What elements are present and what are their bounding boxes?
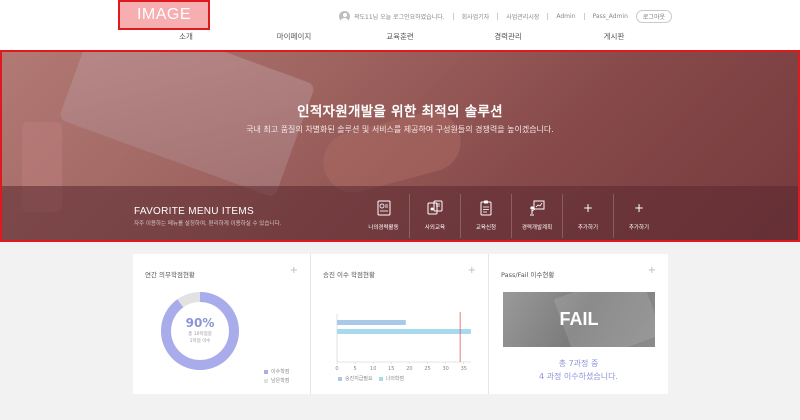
legend-item: 승진지급필요 [338, 375, 373, 382]
passfail-widget: Pass/Fail 이수현황 + FAIL 총 7과정 중 4 과정 이수하셨습… [489, 254, 668, 394]
divider [583, 12, 585, 20]
bar-1 [337, 329, 471, 334]
divider [452, 12, 454, 20]
widget-title: Pass/Fail 이수현황 [501, 271, 555, 279]
legend-item: 나의학점 [378, 375, 405, 382]
x-tick-label: 30 [442, 366, 448, 372]
user-greeting: 곽도11님 오늘 로그인요하였습니다. [354, 13, 445, 21]
logo[interactable]: IMAGE [118, 0, 210, 30]
legend-swatch [264, 378, 268, 383]
x-tick-label: 0 [335, 366, 338, 372]
plus-icon: + [582, 201, 594, 215]
annual-credit-widget: 연간 의무학점현황 + 90% 총 10학점중 1학점 이수 이수학점 남은학점 [133, 254, 311, 394]
favorite-title: FAVORITE MENU ITEMS [134, 206, 254, 217]
fail-status-text: FAIL [559, 309, 599, 329]
external-education-icon [425, 198, 445, 218]
presentation-icon [527, 198, 547, 218]
user-icon [339, 10, 350, 22]
promotion-credit-widget: 승진 이수 학점현황 + 0 5 10 15 20 25 30 35 승진지급필요 나의학점 [311, 254, 489, 394]
util-link-1[interactable]: 사업관리시장 [506, 12, 539, 21]
util-link-3[interactable]: Pass_Admin [593, 13, 628, 20]
favorite-items: 나의경력활동 사외교육 교육신청 경력개발계획 + 추가하기 + 추가하기 [358, 194, 664, 238]
bar-0 [337, 320, 406, 325]
donut-percent: 90% [185, 316, 215, 330]
annual-legend: 이수학점 남은학점 [264, 368, 289, 386]
divider [497, 12, 499, 20]
promotion-legend: 승진지급필요 나의학점 [338, 375, 404, 382]
x-tick-label: 25 [424, 366, 430, 372]
util-link-0[interactable]: 회사업기자 [462, 12, 490, 21]
widget-title: 승진 이수 학점현황 [323, 271, 375, 279]
clipboard-icon [476, 198, 496, 218]
hero-title: 인적자원개발을 위한 최적의 솔루션 [297, 104, 503, 120]
more-plus-icon[interactable]: + [648, 266, 656, 276]
legend-label: 승진지급필요 [345, 376, 373, 382]
hero-subtitle: 국내 최고 품질의 차별화된 솔루션 및 서비스를 제공하여 구성원들의 경쟁력… [246, 125, 554, 134]
logo-text: IMAGE [136, 6, 192, 23]
legend-item: 남은학점 [264, 377, 289, 384]
favorite-label: 나의경력활동 [368, 225, 399, 231]
x-tick-label: 35 [461, 366, 467, 372]
resume-icon [374, 198, 394, 218]
hero-banner: 인적자원개발을 위한 최적의 솔루션 국내 최고 품질의 차별화된 솔루션 및 … [0, 50, 800, 242]
x-tick-label: 5 [354, 366, 357, 372]
favorite-label: 사외교육 [424, 225, 446, 231]
favorite-subtitle: 자주 이용하는 메뉴를 설정하여, 편리하게 이용하실 수 있습니다. [134, 221, 282, 227]
legend-label: 남은학점 [271, 378, 290, 384]
logout-button[interactable]: 로그아웃 [635, 9, 672, 23]
favorite-label: 경력개발계획 [521, 225, 553, 231]
favorite-item-education-apply[interactable]: 교육신청 [460, 194, 511, 238]
nav-item-intro[interactable]: 소개 [179, 31, 193, 42]
favorite-item-add-2[interactable]: + 추가하기 [613, 194, 664, 238]
util-link-2[interactable]: Admin [556, 13, 575, 20]
legend-label: 이수학점 [271, 369, 290, 375]
favorite-item-career-activity[interactable]: 나의경력활동 [358, 194, 409, 238]
favorite-item-add-1[interactable]: + 추가하기 [562, 194, 613, 238]
more-plus-icon[interactable]: + [290, 266, 298, 276]
favorite-menu-bar: FAVORITE MENU ITEMS 자주 이용하는 메뉴를 설정하여, 편리… [2, 186, 798, 240]
x-tick-label: 15 [388, 366, 394, 372]
widget-title: 연간 의무학점현황 [145, 271, 195, 279]
legend-swatch [378, 376, 383, 381]
divider [547, 12, 549, 20]
favorite-label: 추가하기 [577, 225, 599, 231]
main-nav: 소개 마이페이지 교육훈련 경력관리 게시판 [0, 31, 800, 47]
nav-item-board[interactable]: 게시판 [604, 31, 625, 42]
plus-icon: + [633, 201, 645, 215]
x-tick-label: 20 [406, 366, 412, 372]
favorite-item-external-education[interactable]: 사외교육 [409, 194, 460, 238]
donut-caption-1: 총 10학점중 [188, 332, 212, 337]
nav-item-mypage[interactable]: 마이페이지 [277, 31, 312, 42]
legend-label: 나의학점 [385, 376, 405, 382]
passfail-summary-1: 총 7과정 중 [558, 359, 599, 368]
utility-bar: 곽도11님 오늘 로그인요하였습니다. 회사업기자 사업관리시장 Admin P… [339, 9, 672, 23]
legend-swatch [264, 369, 268, 374]
more-plus-icon[interactable]: + [468, 266, 476, 276]
legend-swatch [338, 376, 342, 381]
passfail-summary-2: 4 과정 이수하셨습니다. [539, 372, 618, 381]
annual-donut-chart: 90% 총 10학점중 1학점 이수 [159, 290, 241, 372]
x-tick-label: 10 [370, 366, 376, 372]
favorite-label: 교육신청 [475, 225, 497, 231]
dashboard-widgets: 연간 의무학점현황 + 90% 총 10학점중 1학점 이수 이수학점 남은학점… [133, 254, 668, 394]
nav-item-career[interactable]: 경력관리 [494, 31, 522, 42]
favorite-item-career-plan[interactable]: 경력개발계획 [511, 194, 562, 238]
favorite-label: 추가하기 [628, 225, 650, 231]
nav-item-training[interactable]: 교육훈련 [386, 31, 414, 42]
fail-status-image: FAIL [503, 292, 655, 347]
donut-center: 90% 총 10학점중 1학점 이수 [159, 316, 241, 344]
donut-caption-2: 1학점 이수 [189, 339, 211, 344]
legend-item: 이수학점 [264, 368, 289, 375]
